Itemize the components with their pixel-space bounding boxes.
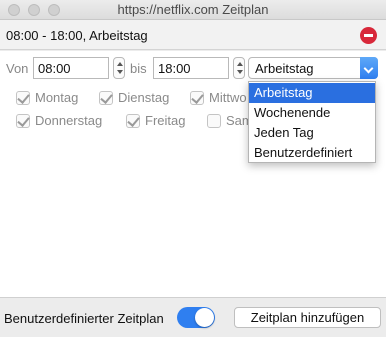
to-time-stepper[interactable] xyxy=(233,57,245,79)
day-label: Mittwo xyxy=(209,90,247,105)
day-label: Montag xyxy=(35,90,79,105)
to-time-field[interactable]: 18:00 xyxy=(153,57,229,79)
menu-item-arbeitstag[interactable]: Arbeitstag xyxy=(249,83,375,103)
window-titlebar: https://netflix.com Zeitplan xyxy=(0,0,386,20)
footer-bar: Benutzerdefinierter Zeitplan Zeitplan hi… xyxy=(0,297,386,337)
to-label: bis xyxy=(130,61,147,76)
menu-item-benutzerdefiniert[interactable]: Benutzerdefiniert xyxy=(249,143,375,163)
add-schedule-button[interactable]: Zeitplan hinzufügen xyxy=(234,307,381,328)
chevron-down-icon[interactable] xyxy=(360,57,378,79)
checkbox-box[interactable] xyxy=(99,91,113,105)
day-label: Donnerstag xyxy=(35,113,103,128)
day-label: Freitag xyxy=(145,113,186,128)
schedule-editor: Von 08:00 bis 18:00 Arbeitstag Montag Di… xyxy=(0,51,386,297)
remove-schedule-icon[interactable] xyxy=(360,27,377,44)
custom-schedule-toggle[interactable] xyxy=(177,307,215,328)
checkbox-box[interactable] xyxy=(126,114,140,128)
preset-dropdown-menu: Arbeitstag Wochenende Jeden Tag Benutzer… xyxy=(248,81,376,163)
day-label: Dienstag xyxy=(118,90,170,105)
schedule-header: 08:00 - 18:00, Arbeitstag xyxy=(0,20,386,50)
from-label: Von xyxy=(6,61,29,76)
window-title: https://netflix.com Zeitplan xyxy=(117,2,269,17)
checkbox-box[interactable] xyxy=(207,114,221,128)
checkbox-box[interactable] xyxy=(190,91,204,105)
preset-select[interactable]: Arbeitstag xyxy=(248,57,378,79)
menu-item-wochenende[interactable]: Wochenende xyxy=(249,103,375,123)
toggle-knob xyxy=(195,308,214,327)
schedule-title: 08:00 - 18:00, Arbeitstag xyxy=(6,28,148,43)
menu-item-jeden-tag[interactable]: Jeden Tag xyxy=(249,123,375,143)
from-time-stepper[interactable] xyxy=(113,57,125,79)
from-time-field[interactable]: 08:00 xyxy=(33,57,109,79)
custom-schedule-label: Benutzerdefinierter Zeitplan xyxy=(4,311,164,326)
preset-select-value: Arbeitstag xyxy=(255,61,314,76)
checkbox-box[interactable] xyxy=(16,91,30,105)
checkbox-box[interactable] xyxy=(16,114,30,128)
